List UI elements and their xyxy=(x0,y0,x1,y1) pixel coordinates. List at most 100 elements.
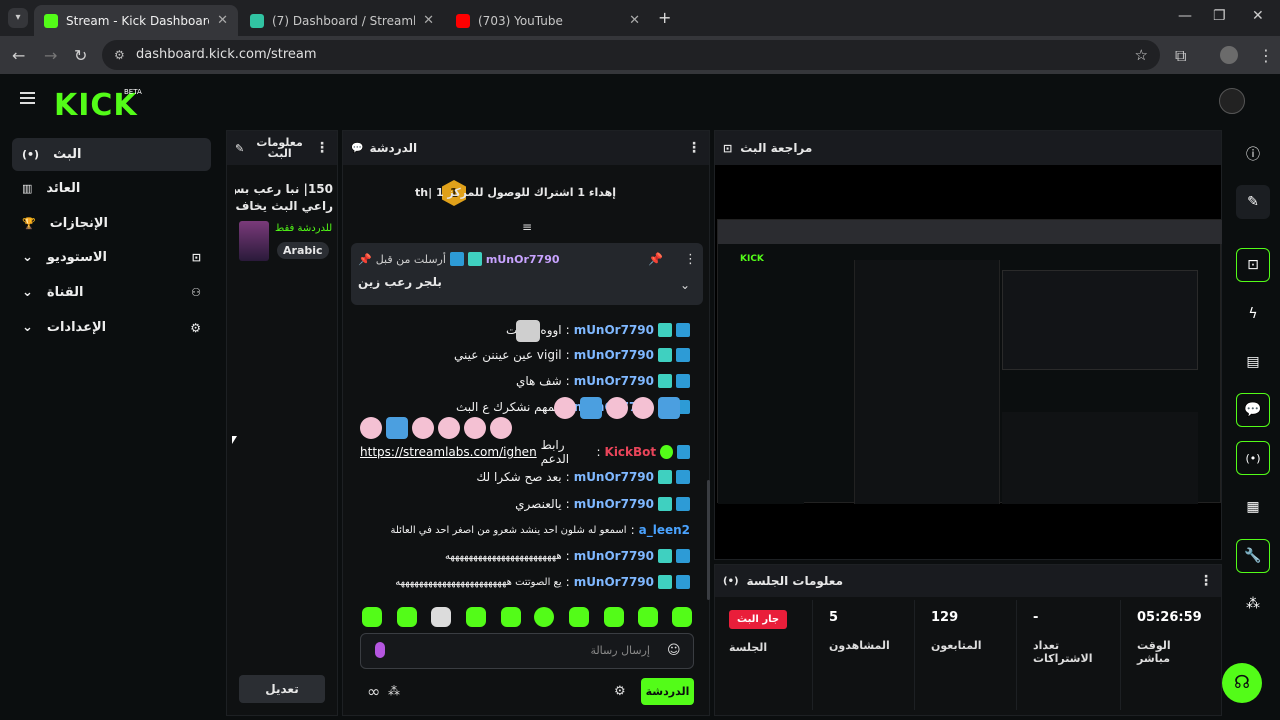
moderator-badge-icon xyxy=(676,323,690,337)
panel-title: معلومات الجلسة xyxy=(746,574,843,588)
profile-avatar[interactable] xyxy=(1220,46,1238,64)
vip-badge-icon xyxy=(658,374,672,388)
browser-menu-icon[interactable]: ⋮ xyxy=(1258,46,1274,65)
emote-icon[interactable] xyxy=(638,607,658,627)
infinity-icon[interactable]: ∞ xyxy=(367,682,380,701)
microphone-icon[interactable] xyxy=(375,642,385,658)
camera-icon: ⊡ xyxy=(723,141,733,155)
share-dots-icon[interactable]: ⁂ xyxy=(388,684,400,698)
send-chat-button[interactable]: الدردشة xyxy=(641,678,694,705)
back-icon[interactable]: ← xyxy=(12,46,25,65)
new-tab-button[interactable]: + xyxy=(658,8,671,27)
sidebar-item-stream[interactable]: (•) البث xyxy=(12,138,211,171)
more-options-icon[interactable]: ⋮ xyxy=(687,140,701,156)
collapse-goal-icon[interactable]: ≡ xyxy=(519,220,535,234)
chat-bubble-icon[interactable]: 💬 xyxy=(1236,393,1270,427)
close-icon[interactable]: ✕ xyxy=(629,13,640,28)
notes-icon[interactable]: ▤ xyxy=(1236,345,1270,379)
user-avatar[interactable] xyxy=(1219,88,1245,114)
emote-icon[interactable] xyxy=(569,607,589,627)
close-icon[interactable]: ✕ xyxy=(217,13,228,28)
tab-title: (7) Dashboard / Streamlabs xyxy=(272,13,416,28)
sidebar: (•) البث ▥ العائد 🏆 الإنجازات ⌄ الاستودي… xyxy=(0,130,220,720)
gear-icon: ⚙ xyxy=(190,320,201,335)
reload-icon[interactable]: ↻ xyxy=(74,46,87,65)
browser-tab-streamlabs[interactable]: (7) Dashboard / Streamlabs ✕ xyxy=(240,5,444,36)
subscriptions-stat: - تعداد الاشتراكات xyxy=(1019,600,1121,710)
expand-chevron-icon[interactable]: ⌄ xyxy=(680,278,690,292)
moderator-badge-icon xyxy=(676,549,690,563)
sidebar-item-studio[interactable]: ⌄ الاستوديو ⊡ xyxy=(12,241,211,274)
forward-icon[interactable]: → xyxy=(44,46,57,65)
tab-search-button[interactable]: ▾ xyxy=(8,8,28,28)
vip-badge-icon xyxy=(658,549,672,563)
followers-stat: 129 المتابعون xyxy=(917,600,1017,710)
cat-emote-icon xyxy=(516,320,540,342)
lightning-icon[interactable]: ϟ xyxy=(1236,297,1270,331)
more-options-icon[interactable]: ⋮ xyxy=(315,140,329,156)
emote-icon[interactable] xyxy=(501,607,521,627)
hamburger-menu-icon[interactable] xyxy=(20,92,35,104)
browser-toolbar: ← → ↻ ⚙ dashboard.kick.com/stream ☆ ⧉ ⋮ xyxy=(0,36,1280,74)
site-info-icon[interactable]: ⚙ xyxy=(114,40,125,70)
chat-settings-icon[interactable]: ⚙ xyxy=(614,684,626,699)
close-window-icon[interactable]: ✕ xyxy=(1252,8,1264,24)
emote-icon[interactable] xyxy=(397,607,417,627)
browser-tab-youtube[interactable]: (703) YouTube ✕ xyxy=(446,5,650,36)
help-support-icon[interactable]: ☊ xyxy=(1222,663,1262,703)
emote-icon[interactable] xyxy=(534,607,554,627)
tab-title: Stream - Kick Dashboard xyxy=(66,13,210,28)
preview-chat xyxy=(854,260,1000,504)
emote-icon[interactable] xyxy=(604,607,624,627)
pin-toggle-icon[interactable]: 📌 xyxy=(648,252,663,266)
layout-icon[interactable]: ▦ xyxy=(1236,490,1270,524)
moderator-badge-icon xyxy=(677,445,690,459)
broadcast-icon: (•) xyxy=(723,575,739,587)
apps-dots-icon[interactable]: ⁂ xyxy=(1236,587,1270,621)
chat-scrollbar[interactable] xyxy=(707,480,710,600)
emoji-picker-icon[interactable]: ☺ xyxy=(667,643,681,658)
category-name[interactable]: للدردشة فقط xyxy=(275,223,332,234)
broadcast-icon[interactable]: (•) xyxy=(1236,441,1270,475)
emote-icon[interactable] xyxy=(362,607,382,627)
stream-preview-panel: ⊡ مراجعة البث KICK xyxy=(714,130,1222,560)
chat-message: شف هاي: mUnOr7790 xyxy=(360,370,690,392)
preview-nested-preview xyxy=(1002,270,1198,370)
wave-emote-icon xyxy=(580,397,602,419)
sidebar-item-revenue[interactable]: ▥ العائد xyxy=(12,172,211,205)
chat-message: https://streamlabs.com/ighen رابط الدعم:… xyxy=(360,438,690,466)
info-icon[interactable]: ⓘ xyxy=(1236,137,1270,171)
live-time-stat: 05:26:59 الوقت مباشر xyxy=(1137,610,1202,665)
bookmark-star-icon[interactable]: ☆ xyxy=(1135,40,1148,70)
vip-badge-icon xyxy=(658,575,672,589)
wave-emote-icon xyxy=(386,417,408,439)
pinned-options-icon[interactable]: ⋮ xyxy=(684,252,697,267)
minimize-icon[interactable]: — xyxy=(1178,8,1192,24)
close-icon[interactable]: ✕ xyxy=(423,13,434,28)
emote-icon[interactable] xyxy=(431,607,451,627)
emote-icon[interactable] xyxy=(466,607,486,627)
chevron-down-icon: ⌄ xyxy=(22,320,33,335)
kick-favicon-icon xyxy=(44,13,58,28)
emote-icon[interactable] xyxy=(672,607,692,627)
support-link[interactable]: https://streamlabs.com/ighen xyxy=(360,445,537,459)
edit-icon[interactable]: ✎ xyxy=(1236,185,1270,219)
extensions-icon[interactable]: ⧉ xyxy=(1175,46,1186,66)
sidebar-item-settings[interactable]: ⌄ الإعدادات ⚙ xyxy=(12,311,211,344)
maximize-icon[interactable]: ❐ xyxy=(1213,8,1226,24)
sidebar-item-achievements[interactable]: 🏆 الإنجازات xyxy=(12,207,211,240)
vip-badge-icon xyxy=(467,252,482,266)
more-options-icon[interactable]: ⋮ xyxy=(1199,573,1213,589)
edit-stream-info-button[interactable]: تعديل xyxy=(239,675,325,703)
browser-tab-kick[interactable]: Stream - Kick Dashboard ✕ xyxy=(34,5,238,36)
camera-icon[interactable]: ⊡ xyxy=(1236,248,1270,282)
wrench-icon[interactable]: 🔧 xyxy=(1236,539,1270,573)
wrench-icon: ✎ xyxy=(235,141,245,155)
language-tag: Arabic xyxy=(277,242,329,259)
address-bar[interactable]: ⚙ dashboard.kick.com/stream ☆ xyxy=(102,40,1160,70)
panel-header: ✎ معلومات البث ⋮ xyxy=(227,131,337,165)
preview-video: KICK xyxy=(717,219,1222,504)
category-thumbnail xyxy=(239,221,269,261)
viewers-stat: 5 المشاهدون xyxy=(815,600,915,710)
sidebar-item-channel[interactable]: ⌄ القناة ⚇ xyxy=(12,276,211,309)
